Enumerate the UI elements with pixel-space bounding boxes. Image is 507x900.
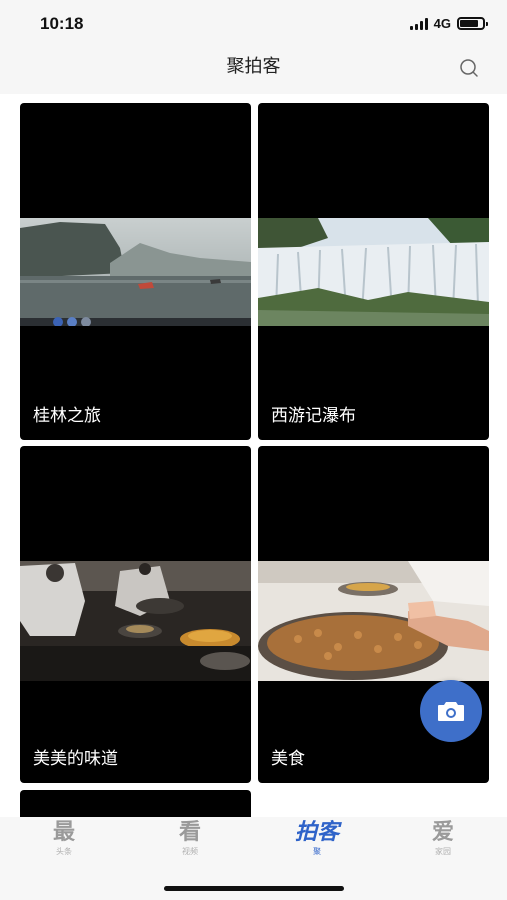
tab-label: 头条 xyxy=(56,847,72,856)
page-title: 聚拍客 xyxy=(226,56,281,77)
album-cover-image xyxy=(258,561,489,681)
album-cover-image xyxy=(258,218,489,326)
battery-icon xyxy=(457,17,488,30)
tab-label: 视频 xyxy=(182,847,198,856)
album-card[interactable]: 西游记瀑布 xyxy=(258,103,489,440)
album-card[interactable]: 美美的味道 xyxy=(20,446,251,783)
album-title: 西游记瀑布 xyxy=(271,406,356,426)
status-bar: 10:18 4G xyxy=(0,0,507,46)
home-indicator xyxy=(164,886,344,891)
search-icon xyxy=(460,59,478,77)
tab-icon: 最 xyxy=(52,819,75,845)
network-type: 4G xyxy=(433,16,451,31)
signal-icon xyxy=(409,17,428,30)
tab-video[interactable]: 看 视频 xyxy=(127,817,253,857)
album-cover-image xyxy=(20,561,251,681)
tab-headlines[interactable]: 最 头条 xyxy=(1,817,127,857)
camera-icon xyxy=(438,702,464,721)
nav-bar: 聚拍客 xyxy=(0,46,507,94)
camera-button[interactable] xyxy=(420,680,482,742)
status-time: 10:18 xyxy=(40,14,84,33)
tab-icon: 看 xyxy=(178,819,201,845)
album-title: 美食 xyxy=(271,749,305,769)
album-card[interactable]: 桂林之旅 xyxy=(20,103,251,440)
tab-paike[interactable]: 拍客 聚 xyxy=(254,817,380,857)
search-button[interactable] xyxy=(457,56,483,82)
tab-label: 聚 xyxy=(313,847,321,856)
album-cover-image xyxy=(20,218,251,326)
tab-home[interactable]: 爱 家园 xyxy=(380,817,506,857)
album-title: 美美的味道 xyxy=(33,749,118,769)
status-indicators: 4G xyxy=(409,16,488,31)
tab-label: 家园 xyxy=(435,847,451,856)
album-title: 桂林之旅 xyxy=(33,406,101,426)
tab-icon: 爱 xyxy=(431,819,454,845)
tab-icon: 拍客 xyxy=(294,819,339,845)
